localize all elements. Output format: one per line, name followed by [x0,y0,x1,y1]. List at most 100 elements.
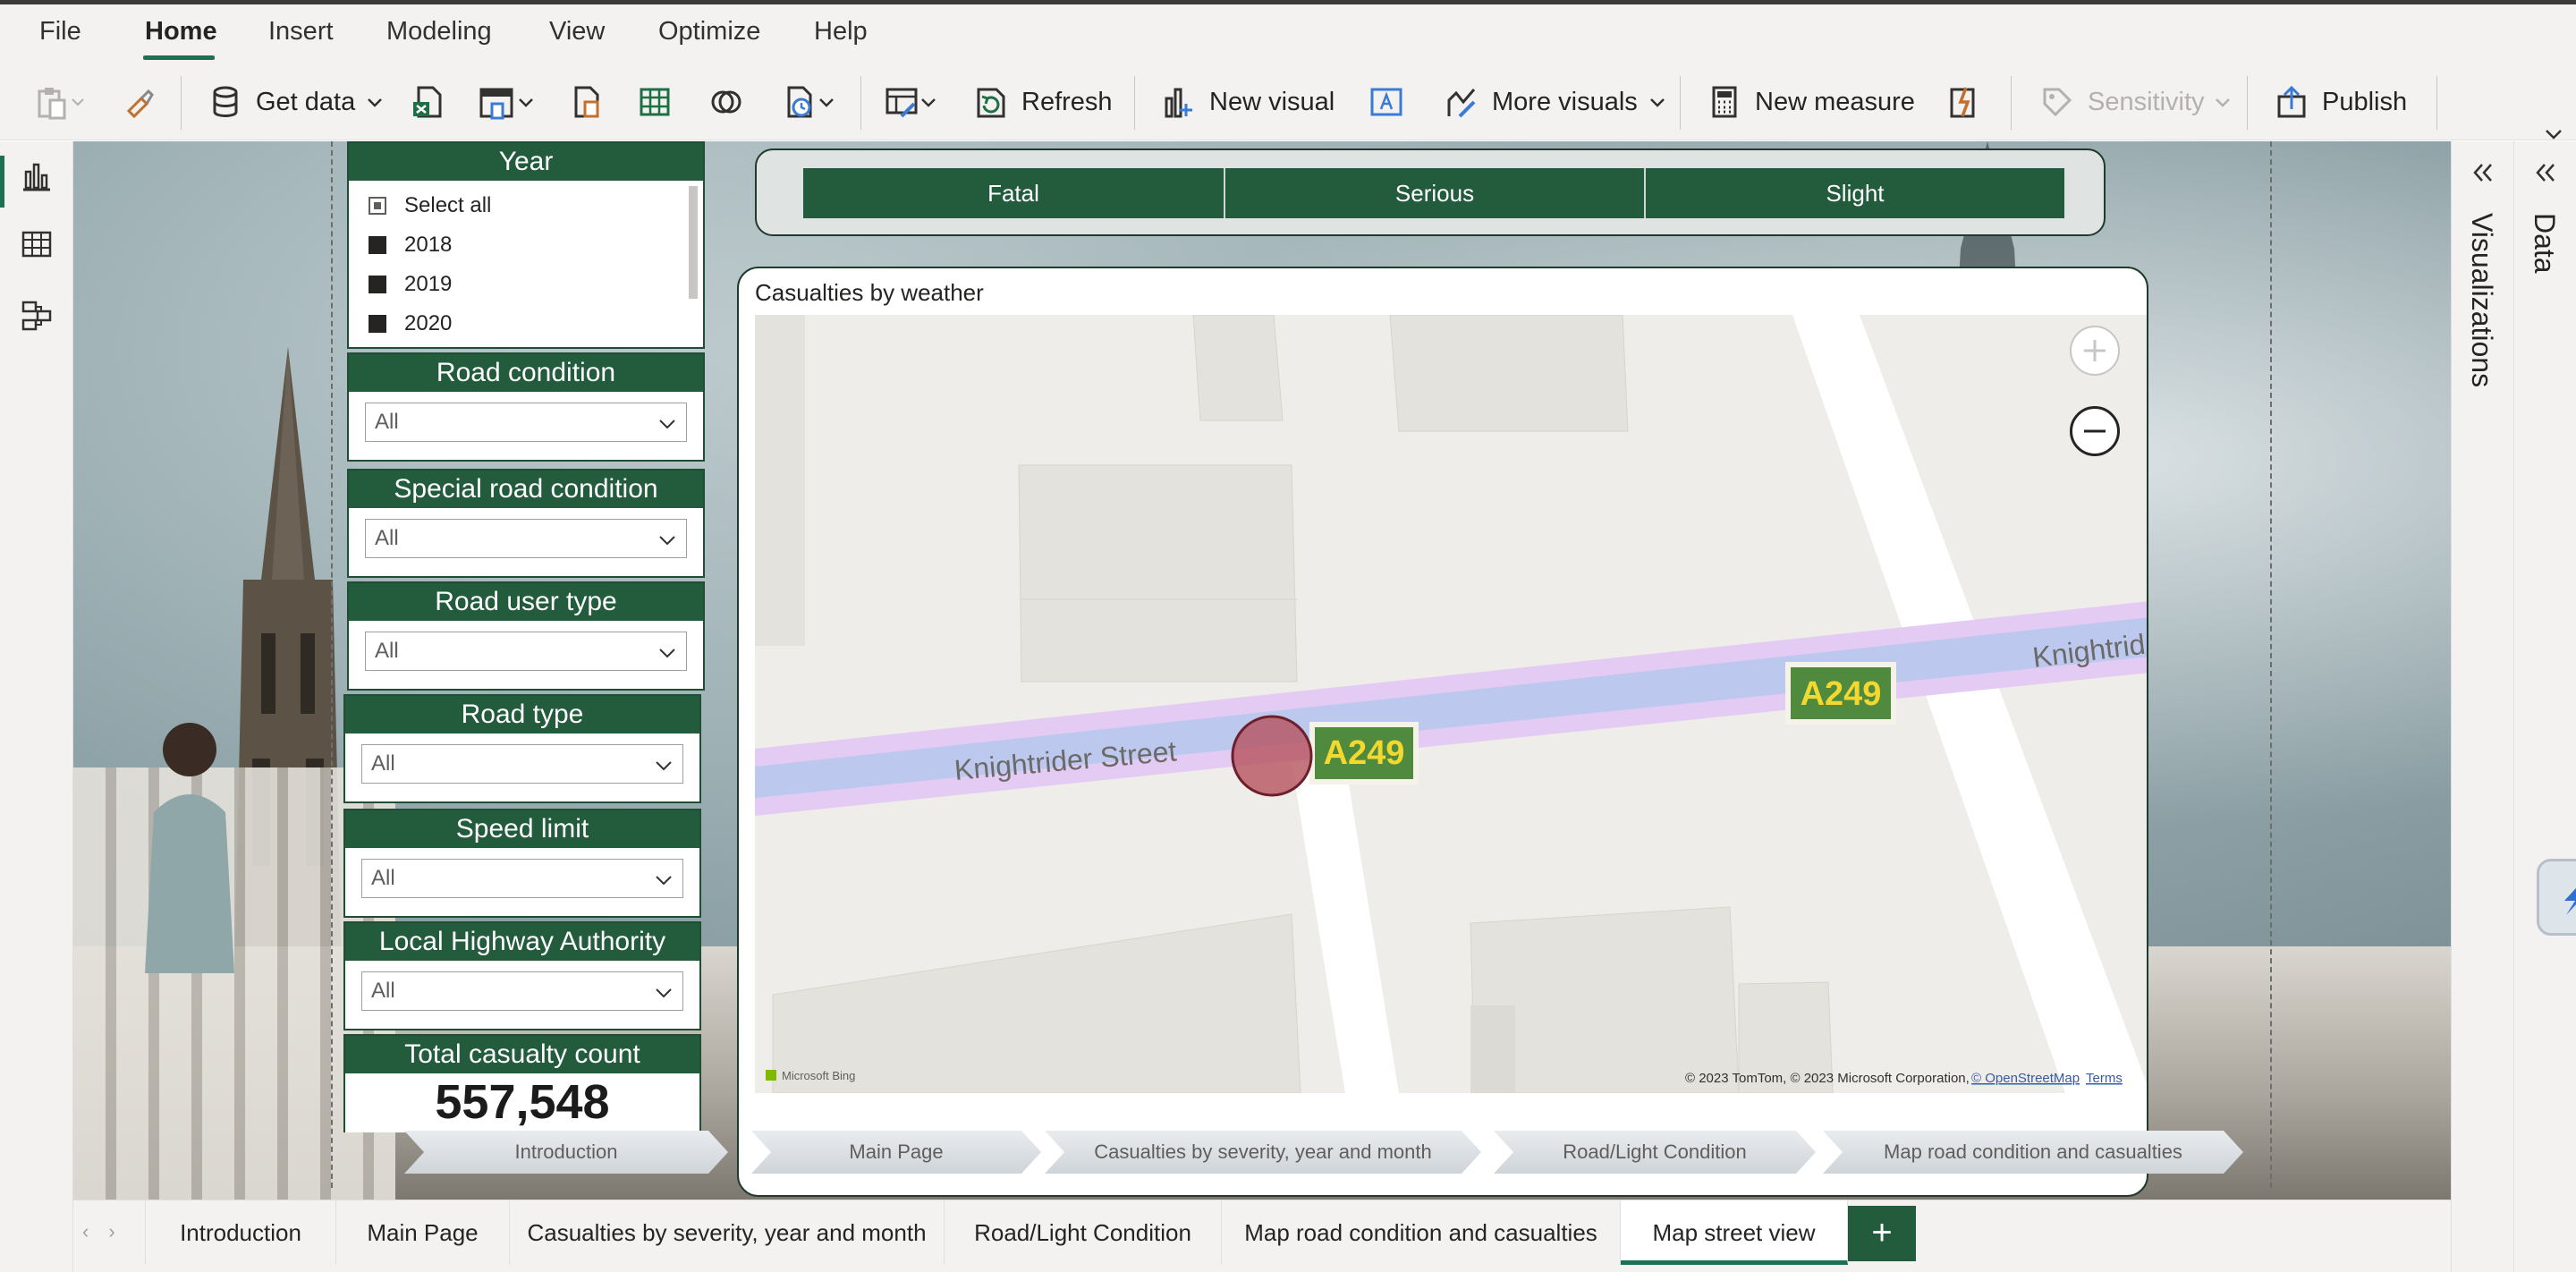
tab-map-road-condition[interactable]: Map road condition and casualties [1222,1200,1621,1265]
menu-insert[interactable]: Insert [268,17,334,47]
report-canvas[interactable]: Year Select all 2018 2019 2020 Road cond… [73,141,2451,1200]
more-visuals-label: More visuals [1492,87,1638,116]
publish-label: Publish [2322,87,2408,116]
transform-data-button[interactable] [884,81,937,123]
add-page-button[interactable]: + [1848,1206,1916,1261]
new-visual-label: New visual [1209,87,1335,116]
slicer-title: Speed limit [345,810,699,848]
select-all-option[interactable]: Select all [349,186,703,225]
map-area[interactable]: Knightrider Street Knightrid A249 A249 M… [755,315,2147,1093]
zoom-out-button[interactable] [2070,406,2120,456]
nav-introduction[interactable]: Introduction [404,1131,728,1174]
visualizations-pane-collapsed[interactable]: Visualizations [2451,141,2513,1272]
chevron-down-icon [659,536,675,546]
speed-limit-dropdown[interactable]: All [361,859,683,898]
excel-icon [413,86,442,118]
slight-button[interactable]: Slight [1644,168,2064,218]
new-visual-button[interactable]: New visual [1161,81,1335,123]
road-type-dropdown[interactable]: All [361,744,683,784]
menu-view[interactable]: View [549,17,605,47]
excel-workbook-button[interactable] [410,81,445,123]
ribbon-divider [2436,76,2437,130]
card-value: 557,548 [435,1075,610,1129]
nav-main-page[interactable]: Main Page [751,1131,1041,1174]
report-view-icon[interactable] [20,159,54,193]
checkbox-icon [369,197,386,215]
menu-file[interactable]: File [39,17,81,47]
year-option-2019[interactable]: 2019 [349,265,703,304]
menu-optimize[interactable]: Optimize [658,17,760,47]
bing-attribution: Microsoft Bing [782,1069,855,1082]
nav-road-light-condition[interactable]: Road/Light Condition [1494,1131,1816,1174]
nav-map-road-condition[interactable]: Map road condition and casualties [1823,1131,2243,1174]
severity-filter-buttons: Fatal Serious Slight [755,148,2106,236]
background-person-image [145,723,234,973]
fatal-button[interactable]: Fatal [803,168,1224,218]
model-view-icon[interactable] [20,299,54,333]
special-road-condition-dropdown[interactable]: All [365,519,687,558]
publish-button[interactable]: Publish [2274,81,2407,123]
total-casualty-card[interactable]: Total casualty count 557,548 [343,1034,701,1132]
view-switcher-rail [0,141,73,1272]
clipboard-icon [38,88,66,120]
slicer-scrollbar[interactable] [689,186,698,299]
new-measure-button[interactable]: New measure [1707,81,1915,123]
year-option-2018[interactable]: 2018 [349,225,703,265]
menu-home[interactable]: Home [145,17,217,47]
tab-map-street-view[interactable]: Map street view [1621,1200,1848,1265]
menu-help[interactable]: Help [814,17,868,47]
tab-road-light-condition[interactable]: Road/Light Condition [945,1200,1222,1265]
osm-link[interactable]: © OpenStreetMap [1971,1071,2080,1086]
dataverse-button[interactable] [708,81,744,123]
nav-casualties-by-severity[interactable]: Casualties by severity, year and month [1045,1131,1481,1174]
checkbox-icon [369,276,386,293]
onelake-hub-button[interactable] [478,81,535,123]
table-view-icon[interactable] [20,227,54,261]
tab-casualties-by-severity[interactable]: Casualties by severity, year and month [510,1200,945,1265]
chevron-down-icon [72,98,84,106]
tab-main-page[interactable]: Main Page [336,1200,510,1265]
road-type-slicer: Road type All [343,694,701,803]
chevron-down-icon [2215,98,2230,107]
document-icon [574,86,599,118]
chevron-down-icon [921,98,936,107]
serious-button[interactable]: Serious [1224,168,1644,218]
ribbon-toolbar: Get data Refresh New visual More visuals [0,64,2576,140]
casualties-map-visual[interactable]: Casualties by weather Knightrider Street… [737,267,2148,1197]
chevron-down-icon [656,761,672,771]
sensitivity-button[interactable]: Sensitivity [2039,81,2232,123]
enter-data-button[interactable] [637,81,673,123]
get-data-button[interactable]: Get data [208,81,384,123]
chevron-down-icon [819,98,834,107]
text-box-button[interactable] [1368,81,1404,123]
format-painter-button[interactable] [122,81,157,123]
recent-sources-button[interactable] [782,81,835,123]
refresh-button[interactable]: Refresh [973,81,1113,123]
zoom-in-button[interactable] [2070,326,2120,376]
road-condition-dropdown[interactable]: All [365,403,687,442]
more-visuals-button[interactable]: More visuals [1444,81,1666,123]
sql-server-button[interactable] [569,81,605,123]
casualty-bubble[interactable] [1231,715,1313,797]
local-highway-authority-slicer: Local Highway Authority All [343,921,701,1030]
special-road-condition-slicer: Special road condition All [347,469,705,578]
tab-introduction[interactable]: Introduction [145,1200,336,1265]
menu-modeling[interactable]: Modeling [386,17,492,47]
slicer-title: Special road condition [349,471,703,508]
ribbon-divider [860,76,861,130]
year-option-2020[interactable]: 2020 [349,304,703,343]
copilot-button[interactable] [2537,859,2576,936]
dropdown-value: All [371,979,395,1003]
slicer-title: Local Highway Authority [345,923,699,961]
paste-button[interactable] [34,81,86,123]
data-pane-collapsed[interactable]: Data [2513,141,2576,1272]
terms-link[interactable]: Terms [2086,1071,2123,1086]
tab-scroll-arrows[interactable]: ‹› [82,1220,145,1243]
road-condition-slicer: Road condition All [347,352,705,462]
ribbon-divider [2247,76,2248,130]
dropdown-value: All [371,866,395,890]
local-highway-authority-dropdown[interactable]: All [361,971,683,1011]
quick-measure-button[interactable] [1946,81,1982,123]
road-user-type-dropdown[interactable]: All [365,632,687,671]
dropdown-value: All [375,639,399,663]
